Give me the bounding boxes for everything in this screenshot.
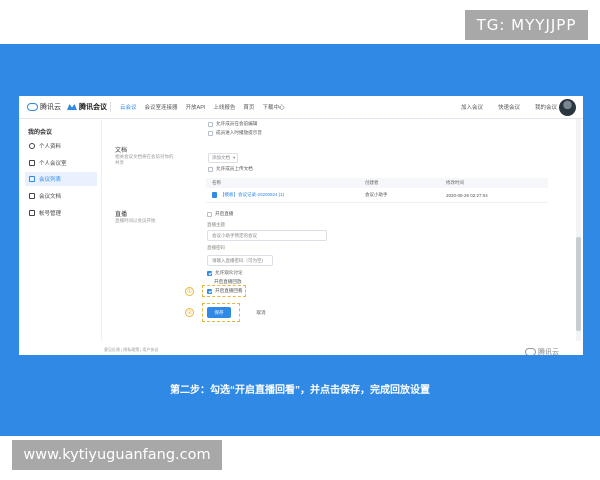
cell-modified: 2020-08-26 02:27:04 [446, 192, 488, 198]
add-document-select[interactable]: 添加文档 ▾ [208, 153, 238, 163]
tencent-meeting-logo[interactable]: 腾讯会议 [67, 102, 107, 112]
enable-live-option[interactable]: 开启直播 [207, 211, 233, 217]
tencent-cloud-label: 腾讯云 [40, 104, 61, 111]
column-modified: 修改时间 [446, 180, 464, 185]
nav-link-download[interactable]: 下载中心 [262, 103, 284, 111]
nav-divider [110, 102, 111, 112]
documents-title: 文档 [115, 148, 128, 154]
live-subtitle: 直播时间以会议开始 [115, 218, 156, 223]
chevron-down-icon: ▾ [233, 155, 236, 160]
live-password-placeholder: 请输入直播密码（可为空) [212, 257, 263, 263]
step-two-marker: ② [185, 308, 194, 317]
cloud-icon [525, 348, 536, 355]
allow-upload-checkbox[interactable] [208, 166, 213, 172]
sidebar-heading: 我的会议 [28, 130, 53, 136]
sidebar-item-personal-room[interactable]: 个人会议室 [25, 156, 97, 170]
sidebar-item-label: 会议文档 [39, 194, 62, 200]
live-lookback-option[interactable]: 开启直播回看 [207, 288, 243, 294]
cell-name: 【模板】会议记录-20200824 (1) [206, 192, 365, 198]
nav-link-home[interactable]: 首页 [243, 103, 254, 111]
nav-right-links: 加入会议 快速会议 我的会议 [461, 103, 557, 111]
list-icon [29, 176, 35, 182]
user-icon [29, 143, 35, 149]
sidebar: 我的会议 个人资料 个人会议室 会议列表 会议文档 帐号管理 [19, 119, 102, 341]
allow-upload-option[interactable]: 允许成员上传文档 [208, 166, 253, 172]
cloud-icon [27, 103, 38, 111]
allow-discussion-option[interactable]: 允许观众讨论 [207, 270, 243, 276]
document-link[interactable]: 【模板】会议记录-20200824 (1) [220, 192, 284, 198]
step-one-marker: ① [185, 287, 194, 296]
cancel-button[interactable]: 取消 [253, 307, 269, 318]
sidebar-item-label: 个人资料 [39, 144, 62, 150]
live-title: 直播 [115, 212, 128, 218]
doc-icon [29, 193, 35, 199]
sidebar-item-meeting-docs[interactable]: 会议文档 [25, 189, 97, 203]
column-name: 名称 [212, 180, 221, 185]
table-row: 【模板】会议记录-20200824 (1) 会议小助手 2020-08-26 0… [206, 188, 548, 203]
live-topic-value: 会议小助手预定的会议 [212, 232, 257, 238]
live-password-label: 直播密码 [207, 245, 225, 250]
nav-link-room-connector[interactable]: 会议室连接器 [145, 103, 178, 111]
documents-subtitle: 相关会议文档将在会前对你的共享 [115, 154, 174, 165]
sidebar-item-label: 个人会议室 [39, 161, 67, 167]
enable-live-checkbox[interactable] [207, 211, 212, 217]
tencent-cloud-logo[interactable]: 腾讯云 [27, 102, 61, 112]
watermark-top: TG: MYYJJPP [465, 10, 588, 40]
nav-links: 云会议 会议室连接器 开放API 上线报告 首页 下载中心 [120, 103, 284, 111]
nav-link-cloud-meeting[interactable]: 云会议 [120, 103, 137, 111]
nav-link-open-api[interactable]: 开放API [186, 103, 206, 111]
footer-logo-label: 腾讯云 [538, 349, 559, 355]
allow-edit-checkbox[interactable] [208, 121, 213, 127]
live-lookback-label: 开启直播回看 [215, 288, 243, 293]
column-creator: 创建者 [365, 180, 379, 185]
nav-link-report[interactable]: 上线报告 [213, 103, 235, 111]
sidebar-item-meeting-list[interactable]: 会议列表 [25, 172, 97, 186]
table-header: 名称 创建者 修改时间 [206, 178, 548, 188]
live-password-input[interactable]: 请输入直播密码（可为空) [207, 255, 273, 266]
sidebar-item-label: 会议列表 [39, 177, 62, 183]
room-icon [29, 160, 35, 166]
entry-sound-label: 成员进入时播放提示音 [216, 130, 262, 135]
watermark-bottom: www.kytiyuguanfang.com [12, 440, 222, 470]
allow-edit-label: 允许成员在会前编辑 [216, 121, 258, 126]
enable-live-label: 开启直播 [215, 211, 234, 216]
allow-upload-label: 允许成员上传文档 [216, 166, 253, 171]
step-caption: 第二步：勾选“开启直播回看”，并点击保存，完成回放设置 [170, 385, 430, 396]
entry-sound-option[interactable]: 成员进入时播放提示音 [208, 130, 262, 136]
join-meeting-link[interactable]: 加入会议 [461, 103, 483, 111]
add-document-placeholder: 添加文档 [212, 155, 230, 160]
live-lookback-checkbox[interactable] [207, 288, 212, 294]
allow-edit-option[interactable]: 允许成员在会前编辑 [208, 121, 257, 127]
sidebar-item-profile[interactable]: 个人资料 [25, 139, 97, 153]
meeting-logo-icon [67, 104, 77, 110]
documents-table: 名称 创建者 修改时间 【模板】会议记录-20200824 (1) 会议小助手 … [206, 178, 548, 203]
sidebar-item-account[interactable]: 帐号管理 [25, 206, 97, 220]
avatar[interactable] [559, 99, 576, 116]
live-topic-label: 直播主题 [207, 222, 225, 227]
allow-discussion-label: 允许观众讨论 [215, 270, 243, 275]
allow-discussion-checkbox[interactable] [207, 270, 212, 276]
scrollbar[interactable] [576, 119, 581, 341]
save-button[interactable]: 保存 [207, 307, 231, 318]
entry-sound-checkbox[interactable] [208, 130, 213, 136]
scrollbar-thumb[interactable] [576, 237, 581, 331]
screenshot-panel: 腾讯云 腾讯会议 云会议 会议室连接器 开放API 上线报告 首页 下载中心 加… [19, 96, 583, 355]
tencent-meeting-label: 腾讯会议 [79, 104, 107, 111]
sidebar-item-label: 帐号管理 [39, 211, 62, 217]
file-icon [212, 192, 217, 198]
footer-logo: 腾讯云 [525, 347, 559, 355]
my-meetings-link[interactable]: 我的会议 [535, 103, 557, 111]
top-nav: 腾讯云 腾讯会议 云会议 会议室连接器 开放API 上线报告 首页 下载中心 加… [19, 96, 583, 119]
live-topic-input[interactable]: 会议小助手预定的会议 [207, 230, 327, 241]
account-icon [29, 210, 35, 216]
cell-creator: 会议小助手 [365, 192, 388, 197]
quick-meeting-link[interactable]: 快速会议 [498, 103, 520, 111]
footer-links[interactable]: 意见反馈 | 隐私政策 | 用户协议 [104, 347, 159, 353]
